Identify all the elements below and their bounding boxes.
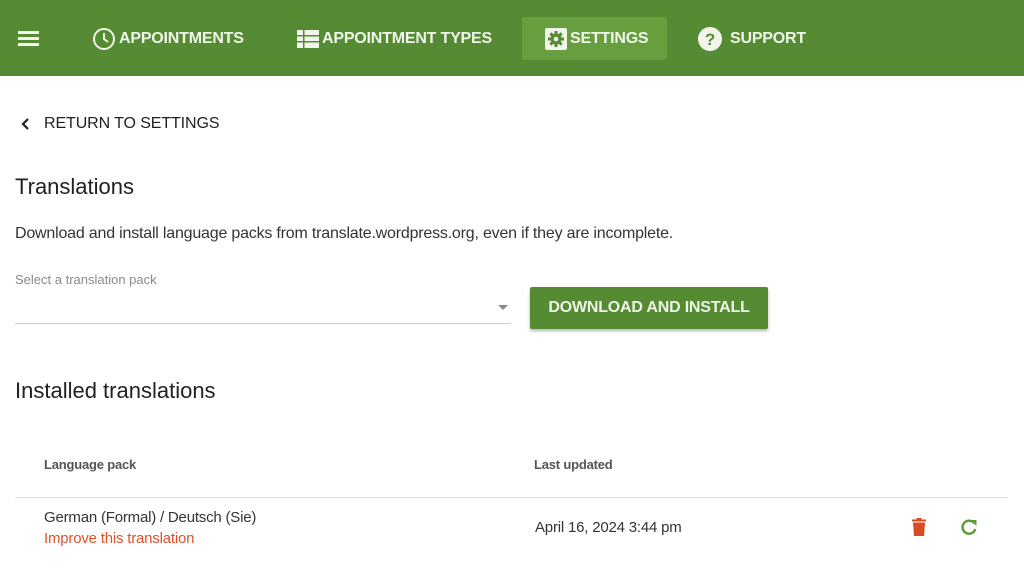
refresh-icon (961, 519, 977, 535)
chevron-left-icon (21, 118, 29, 130)
translation-pack-select-label: Select a translation pack (15, 272, 157, 287)
svg-text:?: ? (705, 30, 715, 49)
gear-icon (545, 27, 567, 50)
nav-appointments-label: APPOINTMENTS (119, 29, 244, 47)
trash-icon (912, 518, 926, 536)
table-divider (15, 497, 1008, 498)
nav-support[interactable]: ? SUPPORT (698, 17, 806, 60)
translations-description: Download and install language packs from… (15, 225, 674, 242)
delete-translation-button[interactable] (908, 516, 930, 538)
list-icon (297, 29, 319, 48)
help-circle-icon: ? (698, 26, 722, 51)
return-to-settings-label: RETURN TO SETTINGS (44, 115, 220, 132)
dropdown-arrow-icon (498, 305, 508, 310)
clock-icon (93, 27, 115, 50)
nav-appointment-types[interactable]: APPOINTMENT TYPES (297, 17, 492, 60)
nav-support-label: SUPPORT (730, 29, 806, 47)
installed-translations-heading: Installed translations (15, 378, 216, 403)
column-header-language-pack: Language pack (44, 457, 137, 472)
improve-translation-link[interactable]: Improve this translation (44, 530, 194, 547)
hamburger-menu-icon-line (18, 37, 39, 40)
refresh-translation-button[interactable] (958, 516, 980, 538)
nav-settings[interactable]: SETTINGS (522, 17, 667, 60)
return-to-settings-link[interactable]: RETURN TO SETTINGS (20, 113, 220, 135)
language-pack-name: German (Formal) / Deutsch (Sie) (44, 509, 257, 526)
hamburger-menu-icon-line (18, 43, 39, 46)
nav-appointment-types-label: APPOINTMENT TYPES (322, 29, 492, 47)
translations-heading: Translations (15, 174, 135, 199)
nav-appointments[interactable]: APPOINTMENTS (92, 17, 244, 60)
download-and-install-button[interactable]: DOWNLOAD AND INSTALL (530, 287, 768, 329)
hamburger-menu-icon (18, 31, 39, 34)
nav-settings-label: SETTINGS (570, 29, 649, 47)
translation-pack-select[interactable] (15, 292, 511, 324)
column-header-last-updated: Last updated (534, 457, 613, 472)
top-navigation-bar: APPOINTMENTS APPOINTMENT TYPES SETTINGS (0, 0, 1024, 76)
hamburger-menu-button[interactable] (14, 24, 44, 54)
last-updated-value: April 16, 2024 3:44 pm (535, 519, 682, 536)
